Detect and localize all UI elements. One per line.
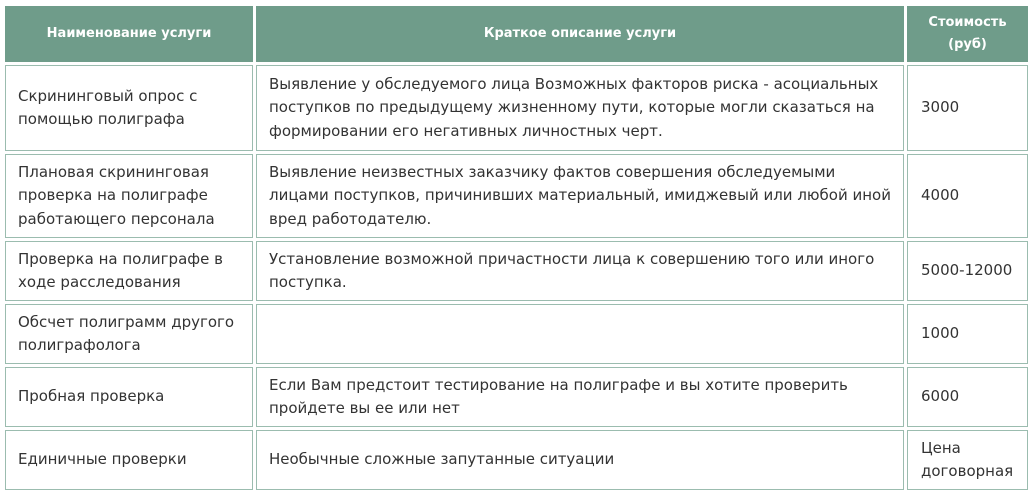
table-row: Единичные проверки Необычные сложные зап… [5, 430, 1028, 490]
service-description-cell: Выявление у обследуемого лица Возможных … [256, 65, 904, 151]
service-name-cell: Скрининговый опрос с помощью полиграфа [5, 65, 253, 151]
service-price-cell: Цена договорная [907, 430, 1028, 490]
service-name-cell: Пробная проверка [5, 367, 253, 427]
column-header-price: Стоимость (руб) [907, 6, 1028, 62]
service-name-cell: Проверка на полиграфе в ходе расследован… [5, 241, 253, 301]
service-description-cell [256, 304, 904, 364]
service-price-cell: 6000 [907, 367, 1028, 427]
service-description-cell: Выявление неизвестных заказчику фактов с… [256, 154, 904, 238]
service-price-cell: 4000 [907, 154, 1028, 238]
table-row: Плановая скрининговая проверка на полигр… [5, 154, 1028, 238]
table-row: Обсчет полиграмм другого полиграфолога 1… [5, 304, 1028, 364]
service-name-cell: Обсчет полиграмм другого полиграфолога [5, 304, 253, 364]
service-price-cell: 1000 [907, 304, 1028, 364]
service-description-cell: Если Вам предстоит тестирование на полиг… [256, 367, 904, 427]
services-price-table: Наименование услуги Краткое описание усл… [2, 3, 1030, 493]
table-row: Пробная проверка Если Вам предстоит тест… [5, 367, 1028, 427]
table-row: Проверка на полиграфе в ходе расследован… [5, 241, 1028, 301]
service-price-cell: 5000-12000 [907, 241, 1028, 301]
service-description-cell: Установление возможной причастности лица… [256, 241, 904, 301]
column-header-description: Краткое описание услуги [256, 6, 904, 62]
service-name-cell: Плановая скрининговая проверка на полигр… [5, 154, 253, 238]
table-header-row: Наименование услуги Краткое описание усл… [5, 6, 1028, 62]
service-name-cell: Единичные проверки [5, 430, 253, 490]
table-row: Скрининговый опрос с помощью полиграфа В… [5, 65, 1028, 151]
service-price-cell: 3000 [907, 65, 1028, 151]
service-description-cell: Необычные сложные запутанные ситуации [256, 430, 904, 490]
column-header-service: Наименование услуги [5, 6, 253, 62]
